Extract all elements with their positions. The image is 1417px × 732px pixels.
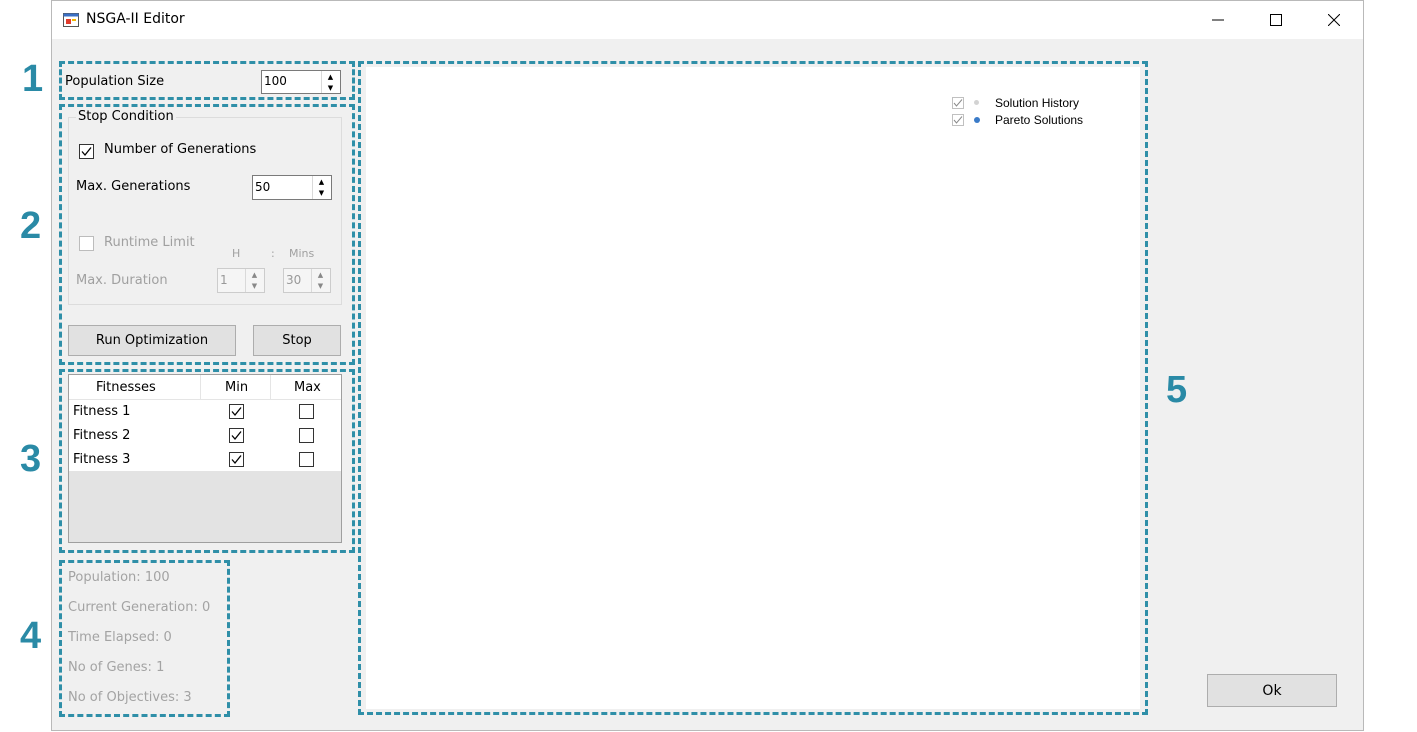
callout-4: 4 (20, 615, 42, 657)
stat-no-of-objectives: No of Objectives: 3 (68, 690, 192, 705)
max-generations-label: Max. Generations (76, 179, 191, 194)
num-generations-label: Number of Generations (104, 142, 257, 157)
spin-up-icon[interactable]: ▲ (246, 269, 263, 281)
max-checkbox[interactable] (299, 452, 314, 467)
checkmark-icon (81, 147, 92, 157)
callout-1: 1 (22, 58, 44, 100)
spin-up-icon[interactable]: ▲ (313, 176, 330, 188)
ok-button[interactable]: Ok (1207, 674, 1337, 707)
legend-label: Solution History (995, 96, 1080, 110)
legend-item[interactable]: Pareto Solutions (952, 113, 1132, 130)
fitness-name: Fitness 1 (73, 404, 131, 419)
checkmark-icon (231, 431, 242, 441)
spin-down-icon[interactable]: ▼ (322, 82, 339, 93)
fitness-name: Fitness 3 (73, 452, 131, 467)
min-checkbox[interactable] (229, 452, 244, 467)
stop-condition-label: Stop Condition (76, 109, 176, 124)
legend-marker-icon (974, 117, 980, 123)
max-generations-stepper[interactable]: 50 ▲ ▼ (252, 175, 332, 200)
legend-item[interactable]: Solution History (952, 96, 1132, 113)
time-separator: : (271, 247, 275, 260)
table-row[interactable]: Fitness 1 (69, 399, 341, 423)
spin-down-icon[interactable]: ▼ (313, 188, 330, 200)
mins-stepper[interactable]: 30 ▲ ▼ (283, 268, 331, 293)
hours-header: H (232, 247, 241, 260)
checkmark-icon (231, 407, 242, 417)
hours-stepper[interactable]: 1 ▲ ▼ (217, 268, 265, 293)
maximize-button[interactable] (1247, 1, 1305, 39)
checkmark-icon (231, 455, 242, 465)
runtime-limit-label: Runtime Limit (104, 235, 195, 250)
title-bar: NSGA-II Editor (52, 1, 1363, 39)
legend-checkbox-icon[interactable] (952, 114, 964, 126)
table-row[interactable]: Fitness 3 (69, 447, 341, 471)
fitness-name: Fitness 2 (73, 428, 131, 443)
stat-time-elapsed: Time Elapsed: 0 (68, 630, 172, 645)
stat-population: Population: 100 (68, 570, 170, 585)
max-checkbox[interactable] (299, 404, 314, 419)
population-size-value: 100 (264, 74, 287, 88)
fitness-table: Fitnesses Min Max Fitness 1 Fitness 2 Fi… (68, 374, 342, 543)
population-size-stepper[interactable]: 100 ▲ ▼ (261, 70, 341, 94)
legend-marker-icon (974, 100, 979, 105)
min-checkbox[interactable] (229, 404, 244, 419)
header-max: Max (294, 380, 321, 395)
table-row[interactable]: Fitness 2 (69, 423, 341, 447)
max-checkbox[interactable] (299, 428, 314, 443)
callout-2: 2 (20, 205, 42, 247)
callout-3: 3 (20, 438, 42, 480)
stop-button[interactable]: Stop (253, 325, 341, 356)
num-generations-checkbox[interactable] (79, 144, 94, 159)
window-title: NSGA-II Editor (86, 11, 185, 27)
mins-header: Mins (289, 247, 315, 260)
header-min: Min (225, 380, 249, 395)
chart-area[interactable]: Solution History Pareto Solutions (366, 67, 1140, 709)
run-optimization-button[interactable]: Run Optimization (68, 325, 236, 356)
max-generations-value: 50 (255, 180, 271, 194)
spin-down-icon[interactable]: ▼ (246, 281, 263, 293)
callout-5: 5 (1166, 369, 1188, 411)
app-icon (63, 13, 79, 27)
header-fitnesses: Fitnesses (96, 380, 156, 395)
min-checkbox[interactable] (229, 428, 244, 443)
mins-value: 30 (286, 273, 302, 287)
minimize-button[interactable] (1189, 1, 1247, 39)
stat-current-generation: Current Generation: 0 (68, 600, 211, 615)
legend-label: Pareto Solutions (995, 113, 1084, 127)
hours-value: 1 (220, 273, 228, 287)
minimize-icon (1212, 19, 1224, 21)
legend-checkbox-icon[interactable] (952, 97, 964, 109)
maximize-icon (1270, 14, 1282, 26)
spin-up-icon[interactable]: ▲ (312, 269, 329, 281)
population-size-label: Population Size (65, 74, 165, 89)
spin-down-icon[interactable]: ▼ (312, 281, 329, 293)
spin-up-icon[interactable]: ▲ (322, 71, 339, 82)
close-button[interactable] (1305, 1, 1363, 39)
stat-no-of-genes: No of Genes: 1 (68, 660, 165, 675)
fitness-table-header: Fitnesses Min Max (69, 375, 341, 400)
runtime-limit-checkbox[interactable] (79, 236, 94, 251)
max-duration-label: Max. Duration (76, 273, 168, 288)
close-icon (1328, 14, 1340, 26)
